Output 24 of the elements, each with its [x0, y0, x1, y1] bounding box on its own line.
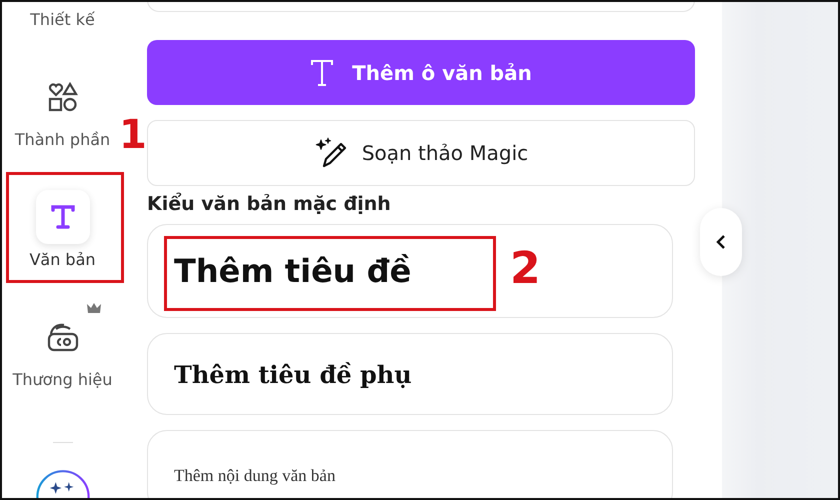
callout-number: 2	[510, 247, 541, 291]
text-style-card[interactable]: Thêm tiêu đề 2	[147, 224, 673, 318]
sidebar-item[interactable]: Thiết kế	[6, 2, 118, 50]
text-style-card[interactable]: Thêm nội dung văn bản	[147, 430, 673, 498]
sparkle-pencil-icon	[314, 136, 348, 170]
sidebar-label: Văn bản	[29, 250, 96, 270]
brand-bag-icon	[46, 321, 80, 353]
sidebar-item[interactable]: Thành phần	[6, 50, 118, 170]
callout-number: 1	[119, 115, 147, 155]
sidebar-label: Thương hiệu	[12, 370, 112, 390]
chevron-left-icon	[716, 235, 726, 249]
sidebar-item[interactable]: Văn bản	[6, 170, 118, 290]
text-style-label: Thêm tiêu đề	[174, 252, 412, 290]
sidebar-label: Thiết kế	[30, 10, 95, 30]
sidebar-label: Thành phần	[14, 130, 110, 150]
magic-write-button[interactable]: Soạn thảo Magic	[147, 120, 695, 186]
text-icon	[310, 58, 334, 86]
section-title: Kiểu văn bản mặc định	[147, 192, 392, 216]
add-textbox-button[interactable]: Thêm ô văn bản	[147, 40, 695, 105]
shapes-icon	[46, 81, 78, 113]
text-style-card[interactable]: Thêm tiêu đề phụ	[147, 333, 673, 415]
text-style-label: Thêm nội dung văn bản	[174, 466, 336, 486]
sidebar-item[interactable]: Thương hiệu	[6, 290, 118, 410]
text-style-label: Thêm tiêu đề phụ	[174, 360, 412, 388]
